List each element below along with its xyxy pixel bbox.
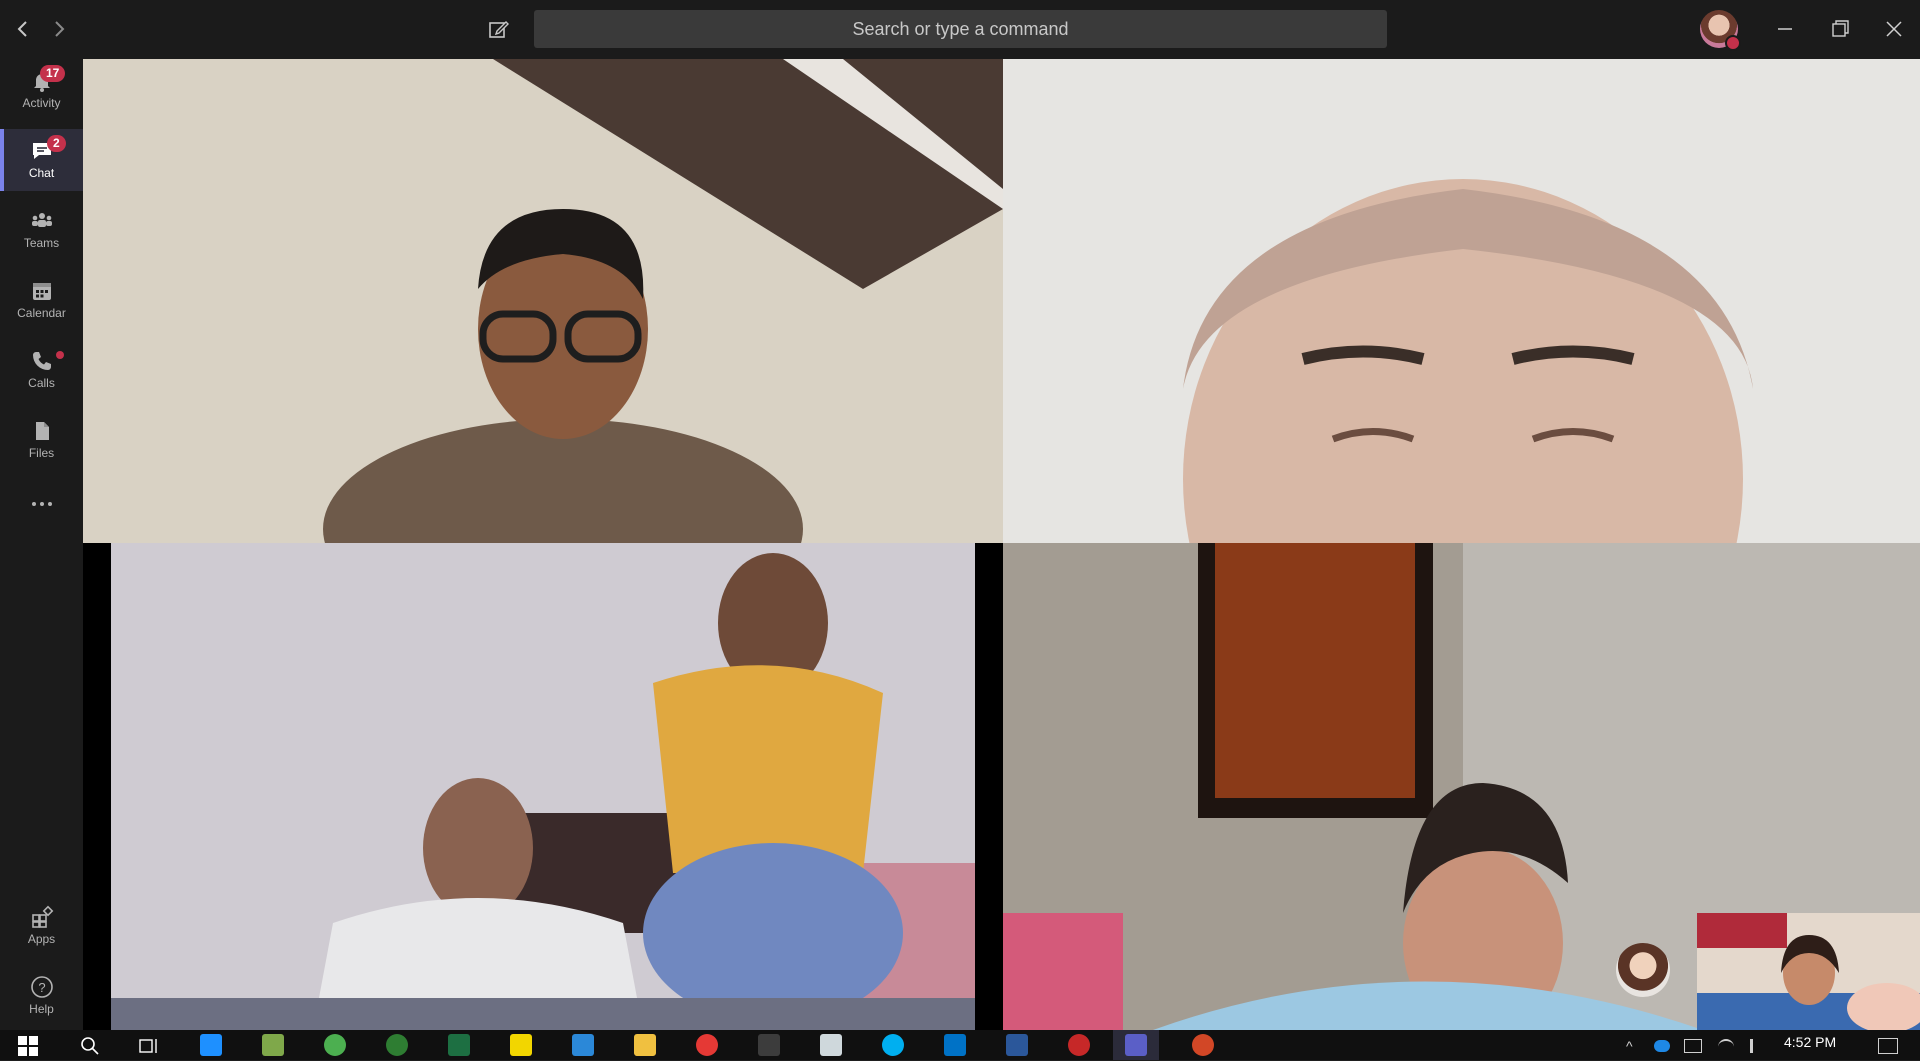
search-icon [81,1037,99,1055]
clock-time[interactable]: 4:52 PM [1784,1034,1836,1050]
chevron-right-icon [55,21,65,37]
new-chat-button[interactable] [486,16,512,42]
terminal-app-icon[interactable] [758,1034,780,1056]
skype-app-icon[interactable] [882,1034,904,1056]
presence-busy-indicator [1725,35,1741,51]
rail-item-chat[interactable]: Chat 2 [0,129,83,191]
network-app-icon[interactable] [1068,1034,1090,1056]
self-view-video[interactable] [1697,913,1920,1030]
compose-icon [489,21,509,38]
rail-item-apps[interactable]: Apps [0,895,83,957]
phone-icon [32,352,51,370]
participant-video-top-left[interactable] [83,59,1003,543]
rail-item-label: Apps [27,932,56,946]
chevron-left-icon [17,21,27,37]
start-button[interactable] [18,1036,38,1056]
app-bar: Activity 17 Chat 2 Teams Calendar Calls … [0,59,83,1030]
windows-logo-icon [18,1036,38,1056]
task-view-button[interactable] [138,1036,160,1056]
rail-item-activity[interactable]: Activity 17 [0,59,83,121]
participant-video-top-right[interactable] [1003,59,1920,543]
file-explorer-app-icon[interactable] [634,1034,656,1056]
outlook-contacts-app-icon[interactable] [572,1034,594,1056]
atom-app-icon[interactable] [324,1034,346,1056]
avatar[interactable] [1700,10,1741,51]
forward-button[interactable] [46,16,72,42]
notification-badge: 2 [47,135,66,152]
more-icon [31,502,52,506]
teams-icon [31,213,52,227]
rail-item-calendar[interactable]: Calendar [0,269,83,331]
rail-item-label: Help [29,1002,54,1016]
rail-item-label: Chat [28,166,55,180]
taskbar-search-button[interactable] [80,1036,100,1056]
more-apps-button[interactable] [0,484,83,524]
participant-video-bottom-right[interactable] [1003,543,1920,1030]
missed-call-indicator [56,351,64,359]
minimize-button[interactable] [1765,12,1805,46]
word-app-icon[interactable] [1006,1034,1028,1056]
title-bar: Search or type a command [0,0,1920,59]
rail-item-label: Activity [22,96,61,110]
restore-icon [1832,20,1849,37]
close-button[interactable] [1874,12,1914,46]
rail-item-files[interactable]: Files [0,409,83,471]
participant-video-bottom-left[interactable] [83,543,1003,1030]
minimize-icon [1778,28,1792,30]
files-icon [35,422,49,440]
rail-item-label: Files [28,446,55,460]
restore-button[interactable] [1820,12,1860,46]
chrome-app-icon[interactable] [696,1034,718,1056]
excel-app-icon[interactable] [448,1034,470,1056]
tray-chevron-icon[interactable]: ^ [1626,1038,1633,1054]
task-view-icon [139,1039,157,1053]
sticky-notes-app-icon[interactable] [510,1034,532,1056]
close-icon [1886,21,1902,37]
onedrive-icon[interactable] [1654,1040,1670,1052]
back-button[interactable] [10,16,36,42]
rail-item-calls[interactable]: Calls [0,339,83,401]
wifi-icon[interactable] [1718,1039,1734,1055]
help-icon: ? [30,976,53,998]
windows-taskbar: ^ 4:52 PM [0,1030,1920,1060]
refresh-app-icon[interactable] [386,1034,408,1056]
notification-center-icon[interactable] [1878,1038,1898,1054]
svg-text:?: ? [38,980,45,995]
powerpoint-app-icon[interactable] [1192,1034,1214,1056]
edge-app-icon[interactable] [200,1034,222,1056]
rail-item-teams[interactable]: Teams [0,199,83,261]
participant-avatar[interactable] [1616,943,1670,997]
battery-icon[interactable] [1684,1039,1702,1053]
apps-icon [31,905,53,928]
volume-icon[interactable] [1750,1039,1767,1053]
teams-app-icon[interactable] [1125,1034,1147,1056]
rail-item-label: Teams [23,236,60,250]
rail-item-help[interactable]: ? Help [0,965,83,1027]
rail-item-label: Calendar [17,306,66,320]
calendar-icon [32,283,51,300]
outlook-app-icon[interactable] [944,1034,966,1056]
notification-badge: 17 [40,65,66,82]
rail-item-label: Calls [28,376,55,390]
notepad-app-icon[interactable] [262,1034,284,1056]
search-input[interactable]: Search or type a command [534,10,1387,48]
snipping-app-icon[interactable] [820,1034,842,1056]
